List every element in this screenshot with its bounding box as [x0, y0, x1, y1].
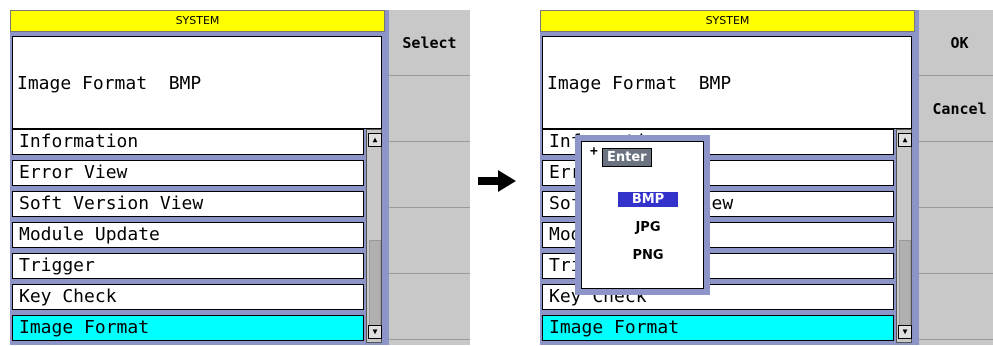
menu-item-error-view[interactable]: Error View: [12, 160, 364, 186]
side-menu: OK Cancel: [915, 10, 993, 345]
menu-item-information[interactable]: Information: [12, 129, 364, 155]
format-option-bmp[interactable]: BMP: [618, 192, 678, 207]
info-text: Image Format BMP: [547, 73, 732, 94]
side-button-2[interactable]: [389, 76, 470, 142]
info-box: Image Format BMP: [12, 36, 382, 129]
popup-body: + Enter BMP JPG PNG: [581, 141, 704, 289]
side-button-3[interactable]: [389, 142, 470, 208]
plus-icon: +: [590, 144, 598, 159]
screen-area: SYSTEM Image Format BMP Information Erro…: [10, 10, 385, 345]
side-button-5[interactable]: [389, 274, 470, 340]
scroll-up-icon[interactable]: ▲: [368, 133, 382, 147]
scrollbar[interactable]: ▲ ▼: [896, 129, 912, 343]
side-button-3[interactable]: [919, 142, 993, 208]
side-button-4[interactable]: [389, 208, 470, 274]
format-popup: + Enter BMP JPG PNG: [575, 135, 710, 295]
select-button[interactable]: Select: [389, 10, 470, 76]
scrollbar[interactable]: ▲ ▼: [366, 129, 382, 343]
menu-list: Information Error View Soft Version View…: [12, 129, 364, 346]
info-text: Image Format BMP: [17, 73, 202, 94]
arrow-right-icon: [478, 170, 516, 192]
format-option-jpg[interactable]: JPG: [618, 220, 678, 235]
scroll-thumb[interactable]: [899, 240, 911, 327]
side-button-4[interactable]: [919, 208, 993, 274]
cancel-button[interactable]: Cancel: [919, 76, 993, 142]
format-option-png[interactable]: PNG: [618, 248, 678, 263]
menu-item-module-update[interactable]: Module Update: [12, 222, 364, 248]
scroll-down-icon[interactable]: ▼: [368, 325, 382, 339]
title-bar: SYSTEM: [10, 10, 385, 32]
menu-item-trigger[interactable]: Trigger: [12, 253, 364, 279]
menu-item-key-check[interactable]: Key Check: [12, 284, 364, 310]
side-menu: Select: [385, 10, 470, 345]
info-box: Image Format BMP: [542, 36, 912, 129]
ok-button[interactable]: OK: [919, 10, 993, 76]
menu-item-image-format[interactable]: Image Format: [542, 315, 894, 341]
enter-label: Enter: [602, 148, 652, 167]
scroll-down-icon[interactable]: ▼: [898, 325, 912, 339]
side-button-5[interactable]: [919, 274, 993, 340]
menu-item-soft-version-view[interactable]: Soft Version View: [12, 191, 364, 217]
menu-item-image-format[interactable]: Image Format: [12, 315, 364, 341]
title-bar: SYSTEM: [540, 10, 915, 32]
scroll-thumb[interactable]: [369, 240, 381, 327]
system-screen-before: SYSTEM Image Format BMP Information Erro…: [10, 10, 470, 345]
scroll-up-icon[interactable]: ▲: [898, 133, 912, 147]
